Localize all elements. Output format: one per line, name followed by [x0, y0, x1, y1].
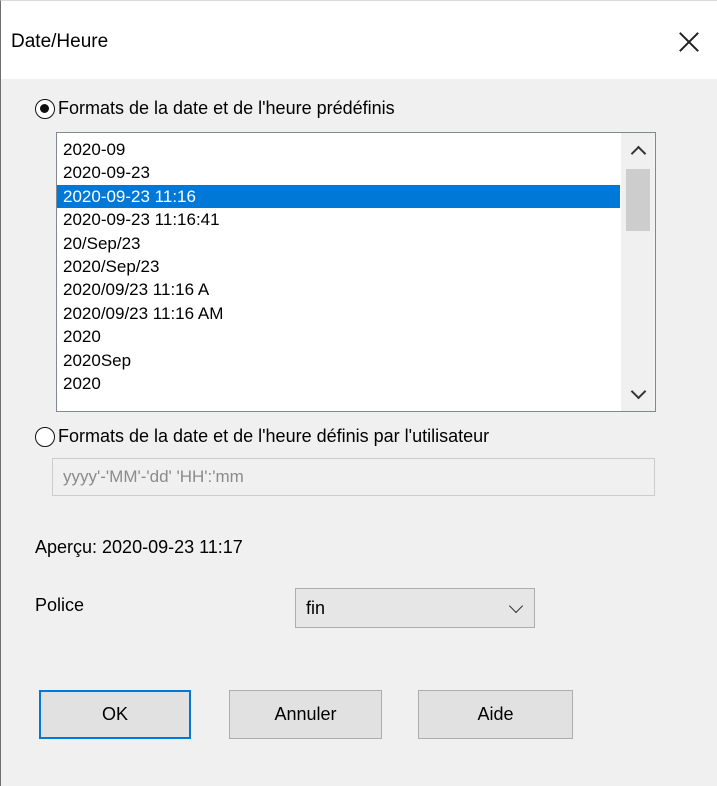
- custom-radio-label: Formats de la date et de l'heure définis…: [58, 426, 490, 446]
- predefined-formats-option[interactable]: Formats de la date et de l'heure prédéfi…: [35, 98, 395, 119]
- date-time-dialog: Date/Heure Formats de la date et de l'he…: [0, 0, 717, 786]
- custom-radio[interactable]: [35, 426, 55, 447]
- scroll-thumb[interactable]: [626, 169, 650, 231]
- dialog-title: Date/Heure: [11, 31, 109, 52]
- list-item[interactable]: 2020-09-23: [57, 161, 620, 184]
- list-item[interactable]: 2020: [57, 372, 620, 395]
- chevron-up-icon: [630, 145, 646, 161]
- ok-button[interactable]: OK: [39, 690, 191, 739]
- preview-text: Aperçu: 2020-09-23 11:17: [35, 537, 243, 557]
- font-select-value: fin: [306, 598, 326, 618]
- chevron-down-icon: [508, 598, 524, 614]
- list-item[interactable]: 2020Sep: [57, 349, 620, 372]
- list-item[interactable]: 2020/09/23 11:16 AM: [57, 302, 620, 325]
- custom-format-field[interactable]: yyyy'-'MM'-'dd' 'HH':'mm: [52, 458, 655, 496]
- font-select[interactable]: fin: [295, 588, 535, 628]
- cancel-button[interactable]: Annuler: [229, 690, 382, 739]
- list-item[interactable]: 2020-09-23 11:16:41: [57, 208, 620, 231]
- list-item[interactable]: 2020/09/23 11:16 A: [57, 278, 620, 301]
- close-icon[interactable]: [678, 31, 700, 53]
- list-scrollbar[interactable]: [621, 133, 655, 411]
- custom-formats-option[interactable]: Formats de la date et de l'heure définis…: [35, 426, 489, 447]
- help-button[interactable]: Aide: [418, 690, 573, 739]
- chevron-down-icon: [630, 383, 646, 399]
- list-item[interactable]: 2020-09: [57, 138, 620, 161]
- list-item[interactable]: 2020: [57, 325, 620, 348]
- list-item[interactable]: 2020/Sep/23: [57, 255, 620, 278]
- format-list-items: 2020-09 2020-09-23 2020-09-23 11:16 2020-09…: [57, 138, 620, 395]
- predefined-formats-list[interactable]: 2020-09 2020-09-23 2020-09-23 11:16 2020-09…: [56, 132, 656, 412]
- predefined-radio[interactable]: [35, 98, 55, 119]
- scroll-down-button[interactable]: [621, 377, 655, 411]
- list-item[interactable]: 2020-09-23 11:16: [57, 184, 620, 209]
- scroll-up-button[interactable]: [621, 133, 655, 167]
- title-bar: Date/Heure: [1, 1, 717, 79]
- predefined-radio-label: Formats de la date et de l'heure prédéfi…: [58, 98, 395, 118]
- font-label: Police: [35, 595, 85, 615]
- list-item[interactable]: 20/Sep/23: [57, 232, 620, 255]
